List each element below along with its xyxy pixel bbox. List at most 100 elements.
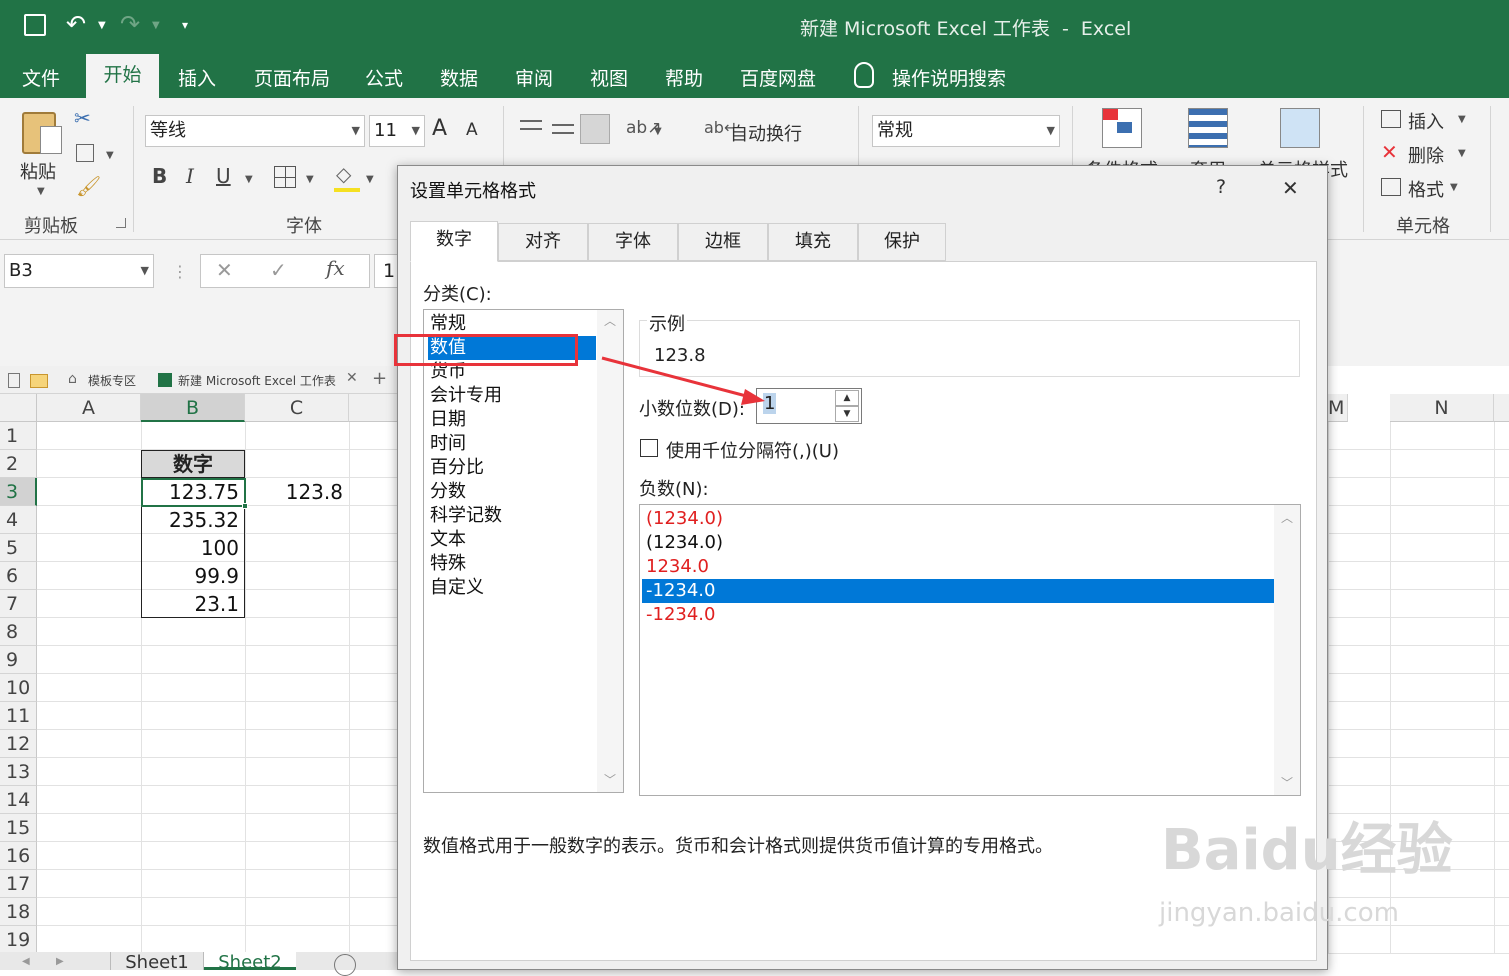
- name-box[interactable]: B3 ▼: [4, 254, 154, 288]
- scroll-up-icon[interactable]: ︿: [604, 312, 616, 329]
- insert-function-button[interactable]: fx: [326, 258, 345, 278]
- scroll-right-icon[interactable]: ▶: [56, 956, 64, 967]
- tab-view[interactable]: 视图: [590, 64, 628, 91]
- undo-icon[interactable]: ↶: [66, 10, 86, 38]
- scroll-down-icon[interactable]: ﹀: [1281, 774, 1293, 791]
- copy-icon[interactable]: [76, 144, 94, 162]
- row-header[interactable]: 13: [0, 758, 37, 786]
- negative-format-item[interactable]: (1234.0): [642, 507, 1274, 531]
- column-header-o[interactable]: [1494, 394, 1509, 422]
- category-item[interactable]: 特殊: [428, 552, 466, 576]
- delete-dropdown-icon[interactable]: ▼: [1458, 148, 1466, 159]
- thousands-separator-label[interactable]: 使用千位分隔符(,)(U): [666, 437, 839, 463]
- delete-cells-button[interactable]: 删除: [1408, 142, 1444, 168]
- bold-icon[interactable]: B: [152, 166, 167, 186]
- fill-color-icon[interactable]: ◇: [336, 164, 351, 184]
- row-header[interactable]: 7: [0, 590, 37, 618]
- row-header[interactable]: 8: [0, 618, 37, 646]
- tab-page-layout[interactable]: 页面布局: [254, 64, 330, 91]
- category-list[interactable]: 常规 数值 货币 会计专用 日期 时间 百分比 分数 科学记数 文本 特殊 自定义 ︿ ﹀: [423, 309, 624, 793]
- category-item[interactable]: 会计专用: [428, 384, 502, 408]
- row-header[interactable]: 10: [0, 674, 37, 702]
- customize-qat-icon[interactable]: ▾: [182, 18, 188, 32]
- insert-cells-button[interactable]: 插入: [1408, 108, 1444, 134]
- row-header[interactable]: 9: [0, 646, 37, 674]
- number-format-select[interactable]: 常规 ▼: [872, 115, 1060, 147]
- align-bottom-icon[interactable]: [580, 114, 610, 144]
- font-size-select[interactable]: 11 ▼: [369, 115, 425, 147]
- row-header[interactable]: 12: [0, 730, 37, 758]
- cancel-icon[interactable]: ✕: [216, 260, 233, 280]
- decrease-font-icon[interactable]: A: [466, 122, 478, 139]
- folder-icon[interactable]: [30, 374, 48, 388]
- cell-b5[interactable]: 100: [141, 534, 243, 562]
- format-dropdown-icon[interactable]: ▼: [1450, 182, 1458, 193]
- tab-fill[interactable]: 填充: [768, 223, 858, 261]
- thousands-separator-checkbox[interactable]: [640, 439, 658, 457]
- category-item[interactable]: 百分比: [428, 456, 484, 480]
- category-item[interactable]: 常规: [428, 312, 466, 336]
- spin-down-icon[interactable]: ▼: [835, 406, 859, 422]
- new-doc-icon[interactable]: [8, 373, 20, 388]
- orientation-dropdown-icon[interactable]: ▼: [654, 126, 662, 137]
- row-header[interactable]: 1: [0, 422, 37, 450]
- cell-styles-icon[interactable]: [1280, 108, 1320, 148]
- row-header[interactable]: 2: [0, 450, 37, 478]
- negative-format-item[interactable]: (1234.0): [642, 531, 1274, 555]
- tab-formulas[interactable]: 公式: [365, 64, 403, 91]
- cell-c3[interactable]: 123.8: [245, 478, 347, 506]
- row-header[interactable]: 16: [0, 842, 37, 870]
- spin-up-icon[interactable]: ▲: [835, 390, 859, 406]
- sheet-tab-sheet2[interactable]: Sheet2: [204, 952, 296, 970]
- increase-font-icon[interactable]: A: [432, 118, 447, 140]
- header-cell[interactable]: 数字: [141, 450, 245, 478]
- conditional-format-icon[interactable]: [1102, 108, 1142, 148]
- tab-protection[interactable]: 保护: [858, 223, 946, 261]
- cut-icon[interactable]: ✂: [74, 108, 91, 128]
- cell-b6[interactable]: 99.9: [141, 562, 243, 590]
- row-header[interactable]: 11: [0, 702, 37, 730]
- undo-dropdown-icon[interactable]: ▼: [98, 20, 106, 31]
- column-header-b[interactable]: B: [141, 394, 245, 422]
- italic-icon[interactable]: I: [186, 166, 194, 186]
- borders-icon[interactable]: [274, 166, 296, 188]
- decimal-places-spinner[interactable]: 1 ▲ ▼: [756, 388, 862, 424]
- tab-border[interactable]: 边框: [678, 223, 768, 261]
- tab-data[interactable]: 数据: [440, 64, 478, 91]
- row-header[interactable]: 5: [0, 534, 37, 562]
- redo-icon[interactable]: ↷: [120, 10, 140, 38]
- category-item[interactable]: 科学记数: [428, 504, 502, 528]
- column-header-n[interactable]: N: [1390, 394, 1494, 422]
- negative-scrollbar[interactable]: [1274, 505, 1300, 795]
- help-button[interactable]: ?: [1216, 176, 1226, 198]
- tab-home[interactable]: 开始: [86, 54, 159, 98]
- tell-me-search[interactable]: 操作说明搜索: [892, 64, 1006, 91]
- add-sheet-icon[interactable]: [334, 954, 356, 976]
- close-tab-icon[interactable]: ✕: [346, 370, 358, 386]
- row-header[interactable]: 18: [0, 898, 37, 926]
- row-header[interactable]: 19: [0, 926, 37, 954]
- tab-help[interactable]: 帮助: [665, 64, 703, 91]
- row-header[interactable]: 4: [0, 506, 37, 534]
- row-header[interactable]: 3: [0, 478, 37, 506]
- category-item[interactable]: 自定义: [428, 576, 484, 600]
- row-header[interactable]: 17: [0, 870, 37, 898]
- borders-dropdown-icon[interactable]: ▼: [306, 174, 314, 185]
- font-name-select[interactable]: 等线 ▼: [145, 115, 365, 147]
- tab-insert[interactable]: 插入: [178, 64, 216, 91]
- tab-baidu-netdisk[interactable]: 百度网盘: [740, 64, 816, 91]
- negative-format-item[interactable]: -1234.0: [642, 603, 1274, 627]
- format-painter-icon[interactable]: 🖌: [76, 176, 101, 196]
- close-icon[interactable]: ✕: [1282, 176, 1299, 200]
- category-item[interactable]: 文本: [428, 528, 466, 552]
- column-header-a[interactable]: A: [37, 394, 141, 422]
- paste-dropdown-icon[interactable]: ▼: [37, 186, 45, 197]
- align-middle-icon[interactable]: [552, 124, 574, 134]
- scroll-left-icon[interactable]: ◀: [22, 956, 30, 967]
- category-item[interactable]: 日期: [428, 408, 466, 432]
- fill-color-dropdown-icon[interactable]: ▼: [366, 174, 374, 185]
- underline-dropdown-icon[interactable]: ▼: [245, 174, 253, 185]
- cell-b7[interactable]: 23.1: [141, 590, 243, 618]
- column-header-m[interactable]: M: [1328, 394, 1348, 422]
- select-all-corner[interactable]: [0, 394, 37, 422]
